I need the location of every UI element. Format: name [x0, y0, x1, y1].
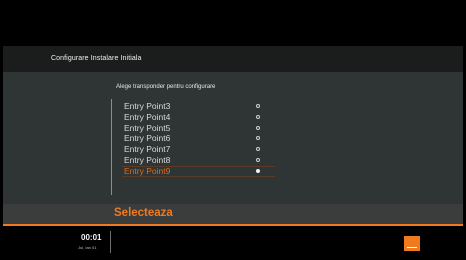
logo-bar: [407, 246, 417, 248]
list-item-entry-point3[interactable]: Entry Point3: [124, 101, 269, 112]
radio-circle-icon: [256, 104, 260, 108]
radio-circle-icon: [256, 147, 260, 152]
list-item-label: Entry Point3: [124, 101, 171, 111]
radio-circle-icon: [256, 125, 260, 130]
radio-circle-icon: [256, 114, 260, 119]
list-item-label: Entry Point7: [124, 144, 171, 155]
clock-divider: [110, 231, 111, 253]
page-title: Configurare Instalare Initiala: [51, 55, 142, 62]
list-item-label: Entry Point5: [124, 122, 171, 133]
radio-circle-icon: [256, 136, 260, 141]
list-item-label: Entry Point6: [124, 133, 171, 144]
tv-screen: Configurare Instalare Initiala Alege tra…: [3, 0, 463, 260]
list-item-label: Entry Point8: [124, 154, 171, 165]
clock-date: Joi, Ian 01: [78, 245, 97, 250]
radio-circle-icon: [256, 157, 260, 162]
list-item-label: Entry Point4: [124, 111, 171, 122]
list-item-entry-point8[interactable]: Entry Point8: [124, 155, 269, 166]
list-item-entry-point5[interactable]: Entry Point5: [124, 123, 269, 134]
orange-logo-icon: [404, 236, 420, 251]
select-button[interactable]: Selecteaza: [114, 207, 173, 219]
list-item-entry-point7[interactable]: Entry Point7: [124, 144, 269, 155]
list-item-label: Entry Point9: [124, 165, 171, 176]
transponder-list: Entry Point3 Entry Point4 Entry Point5 E…: [122, 101, 275, 177]
clock-time: 00:01: [81, 233, 102, 242]
panel-subtitle: Alege transponder pentru configurare: [116, 84, 216, 90]
list-item-entry-point6[interactable]: Entry Point6: [124, 133, 269, 144]
title-bar: Configurare Instalare Initiala: [3, 46, 463, 72]
footer-bar: 00:01 Joi, Ian 01: [3, 226, 463, 260]
list-item-entry-point4[interactable]: Entry Point4: [124, 112, 269, 123]
action-bar: Selecteaza: [3, 204, 463, 224]
list-scroll-line: [111, 99, 112, 195]
radio-selected-icon: [256, 168, 260, 173]
list-item-entry-point9[interactable]: Entry Point9: [122, 165, 275, 177]
transponder-panel: Alege transponder pentru configurare Ent…: [3, 72, 463, 204]
